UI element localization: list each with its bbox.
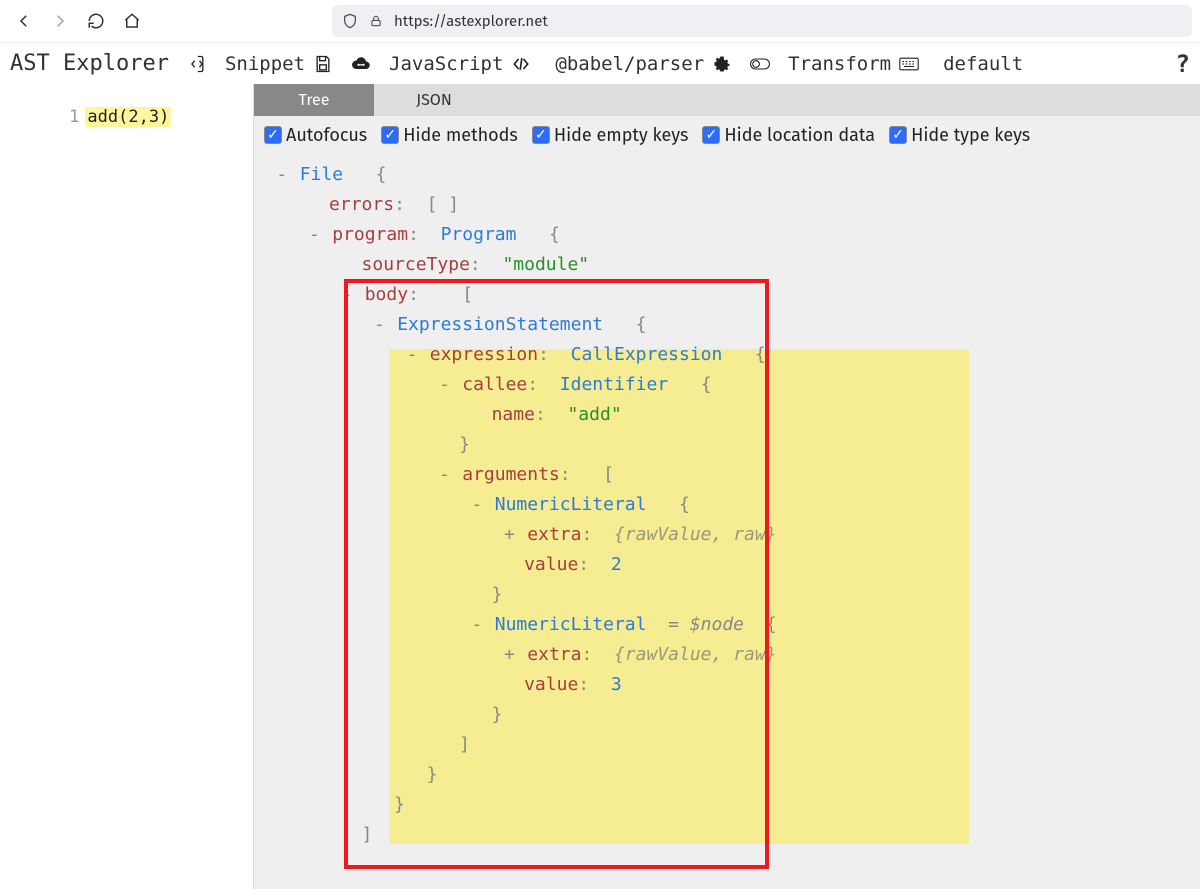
language-menu[interactable]: JavaScript — [383, 49, 537, 79]
reload-button[interactable] — [80, 5, 112, 37]
address-bar[interactable]: https://astexplorer.net — [332, 5, 1192, 37]
output-pane: Tree JSON Autofocus Hide methods Hide em… — [254, 84, 1200, 889]
tree-row[interactable]: value: 2 — [264, 550, 1190, 580]
parser-label: @babel/parser — [555, 53, 704, 75]
home-button[interactable] — [116, 5, 148, 37]
tree-row[interactable]: ] — [264, 820, 1190, 850]
code-icon[interactable] — [187, 54, 207, 74]
opt-hide-location-data[interactable]: Hide location data — [702, 124, 875, 146]
language-label: JavaScript — [389, 53, 503, 75]
gear-icon — [712, 54, 732, 74]
collapse-toggle[interactable]: - — [372, 310, 386, 340]
tab-json[interactable]: JSON — [374, 84, 494, 116]
tab-tree[interactable]: Tree — [254, 84, 374, 116]
tree-row[interactable]: } — [264, 790, 1190, 820]
collapse-toggle[interactable]: - — [340, 280, 354, 310]
collapse-toggle[interactable]: - — [470, 610, 484, 640]
forward-button[interactable] — [44, 5, 76, 37]
collapse-toggle[interactable]: - — [307, 220, 321, 250]
tree-row[interactable]: - ExpressionStatement { — [264, 310, 1190, 340]
tree-row[interactable]: - expression: CallExpression { — [264, 340, 1190, 370]
save-icon — [313, 54, 333, 74]
url-text: https://astexplorer.net — [394, 12, 548, 30]
opt-hide-methods[interactable]: Hide methods — [381, 124, 518, 146]
help-button[interactable]: ? — [1176, 50, 1190, 78]
collapse-toggle[interactable]: - — [275, 160, 289, 190]
transform-mode[interactable]: default — [937, 49, 1029, 79]
tree-row[interactable]: } — [264, 430, 1190, 460]
tree-row[interactable]: - File { — [264, 160, 1190, 190]
shield-icon — [342, 13, 358, 29]
cloud-icon[interactable] — [351, 54, 371, 74]
checkbox-icon — [381, 126, 399, 144]
tree-row[interactable]: } — [264, 580, 1190, 610]
main-area: 1add(2,3) Tree JSON Autofocus Hide metho… — [0, 84, 1200, 889]
browser-bar: https://astexplorer.net — [0, 0, 1200, 42]
keyboard-icon — [899, 54, 919, 74]
checkbox-icon — [702, 126, 720, 144]
tree-row[interactable]: + extra: {rawValue, raw} — [264, 520, 1190, 550]
editor-pane[interactable]: 1add(2,3) — [0, 84, 254, 889]
opt-hide-type-keys[interactable]: Hide type keys — [889, 124, 1030, 146]
tree-row[interactable]: errors: [ ] — [264, 190, 1190, 220]
checkbox-icon — [264, 126, 282, 144]
transform-mode-label: default — [943, 53, 1023, 75]
ast-tree[interactable]: - File { errors: [ ] - program: Program … — [254, 154, 1200, 889]
tree-row[interactable]: - callee: Identifier { — [264, 370, 1190, 400]
output-tabs: Tree JSON — [254, 84, 1200, 116]
tree-row[interactable]: + extra: {rawValue, raw} — [264, 640, 1190, 670]
tree-row[interactable]: } — [264, 700, 1190, 730]
transform-label: Transform — [788, 53, 891, 75]
tree-row[interactable]: - NumericLiteral = $node { — [264, 610, 1190, 640]
toggle-icon[interactable] — [750, 54, 770, 74]
code-highlight: add(2,3) — [85, 107, 171, 127]
checkbox-icon — [889, 126, 907, 144]
line-number: 1 — [61, 107, 85, 127]
collapse-toggle[interactable]: - — [437, 460, 451, 490]
snippet-label: Snippet — [225, 53, 305, 75]
tree-row[interactable]: name: "add" — [264, 400, 1190, 430]
lock-icon — [368, 14, 384, 28]
code-brackets-icon — [511, 54, 531, 74]
snippet-menu[interactable]: Snippet — [219, 49, 339, 79]
collapse-toggle[interactable]: - — [470, 490, 484, 520]
back-button[interactable] — [8, 5, 40, 37]
transform-menu[interactable]: Transform — [782, 49, 925, 79]
expand-toggle[interactable]: + — [502, 640, 516, 670]
app-title: AST Explorer — [10, 51, 169, 76]
tree-row[interactable]: - NumericLiteral { — [264, 490, 1190, 520]
tree-row[interactable]: value: 3 — [264, 670, 1190, 700]
code-line-1[interactable]: 1add(2,3) — [0, 84, 253, 147]
checkbox-icon — [532, 126, 550, 144]
tree-row[interactable]: - program: Program { — [264, 220, 1190, 250]
collapse-toggle[interactable]: - — [437, 370, 451, 400]
tree-row[interactable]: } — [264, 760, 1190, 790]
tree-options: Autofocus Hide methods Hide empty keys H… — [254, 116, 1200, 154]
tree-row[interactable]: ] — [264, 730, 1190, 760]
tree-row[interactable]: - arguments: [ — [264, 460, 1190, 490]
app-toolbar: AST Explorer Snippet JavaScript @babel/p… — [0, 42, 1200, 84]
tree-row[interactable]: - body: [ — [264, 280, 1190, 310]
parser-menu[interactable]: @babel/parser — [549, 49, 738, 79]
collapse-toggle[interactable]: - — [405, 340, 419, 370]
tree-row[interactable]: sourceType: "module" — [264, 250, 1190, 280]
expand-toggle[interactable]: + — [502, 520, 516, 550]
opt-autofocus[interactable]: Autofocus — [264, 124, 367, 146]
opt-hide-empty-keys[interactable]: Hide empty keys — [532, 124, 689, 146]
